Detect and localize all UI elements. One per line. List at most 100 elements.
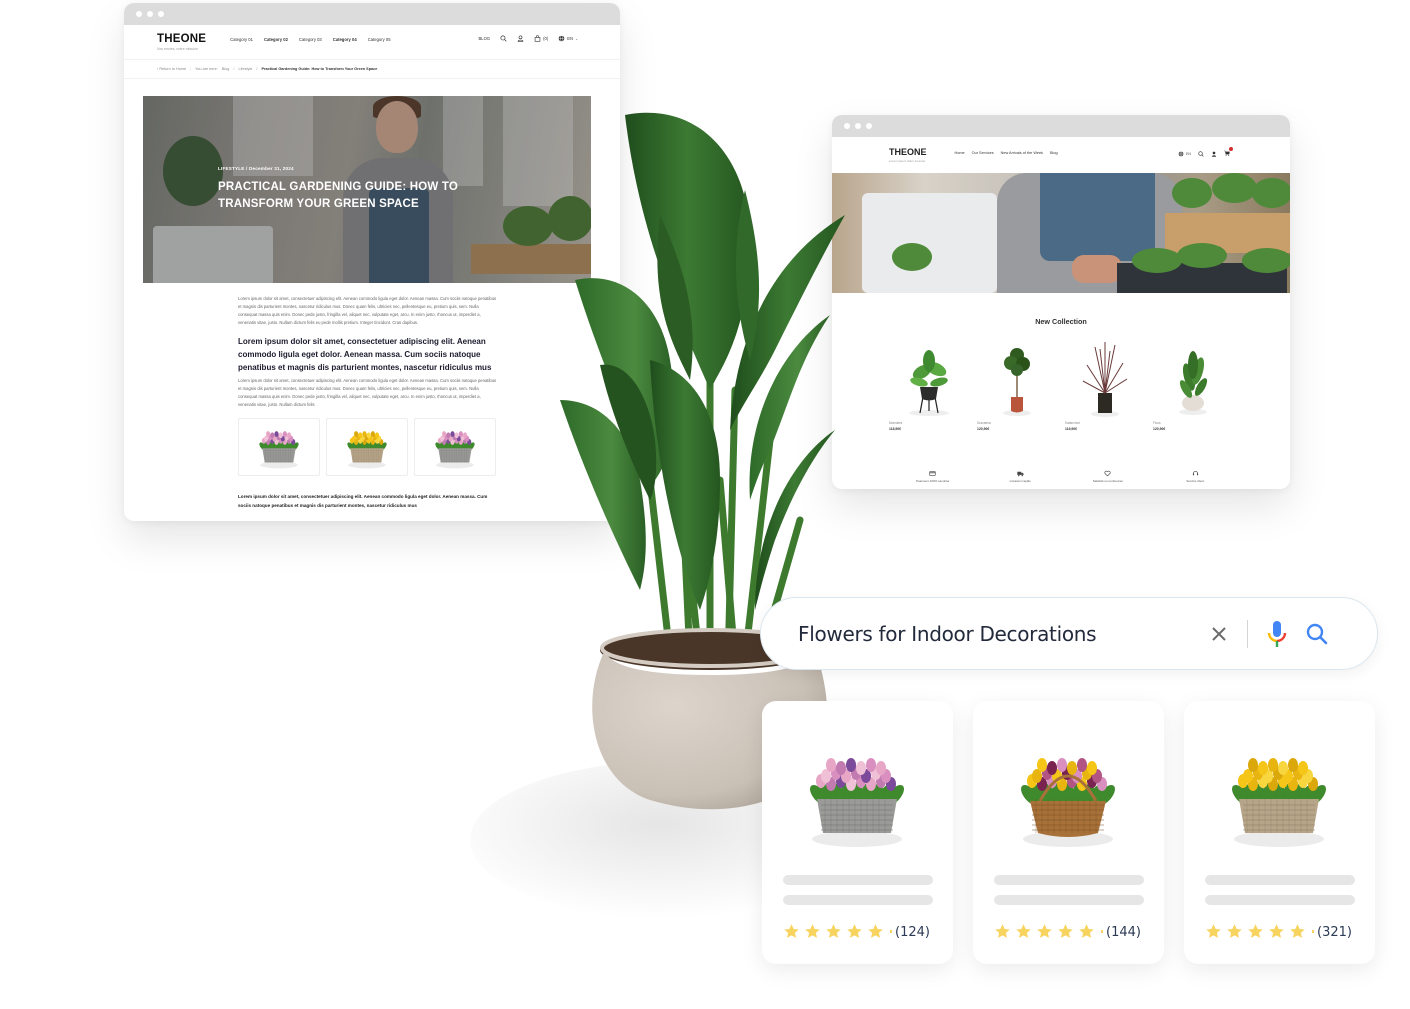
skeleton-line [994, 895, 1144, 905]
cart-count: (0) [543, 36, 549, 41]
search-input[interactable]: Flowers for Indoor Decorations [798, 622, 1209, 646]
logo-tagline: Vos envies, notre mission [157, 47, 198, 51]
search-bar[interactable]: Flowers for Indoor Decorations [760, 597, 1378, 670]
skeleton-line [1205, 895, 1355, 905]
breadcrumb-blog[interactable]: Blog [222, 67, 230, 71]
product-card[interactable]: Ficus 120,90€ [1153, 337, 1241, 431]
flower-basket-image [810, 758, 904, 847]
review-count: (124) [895, 925, 930, 940]
shop-hero-image [832, 173, 1290, 293]
gallery-image-pink-tulips[interactable] [238, 418, 320, 476]
cart-button[interactable] [1224, 147, 1233, 157]
feature-item: Livraison rapide [977, 470, 1065, 483]
breadcrumb-divider: | [190, 67, 192, 71]
star-rating [994, 923, 1103, 940]
nav-category-03[interactable]: Category 03 [299, 37, 322, 42]
nav-new-arrivals[interactable]: New Arrivals of the Week [1001, 151, 1043, 155]
article-category[interactable]: LIFESTYLE [218, 166, 245, 171]
flower-basket-image [435, 431, 475, 469]
shop-logo[interactable]: THEONE Lorem ipsum dolor sit amet [889, 148, 927, 164]
globe-icon [558, 35, 565, 42]
product-card[interactable]: Dracaena 120,90€ [977, 337, 1065, 431]
star-fraction [890, 930, 892, 933]
close-icon[interactable] [1209, 624, 1229, 644]
language-selector[interactable]: EN [1178, 150, 1191, 157]
cart-button[interactable]: (0) [534, 35, 548, 42]
language-label: EN [1186, 151, 1191, 156]
star-rating [1205, 923, 1314, 940]
nav-category-05[interactable]: Category 05 [368, 37, 391, 42]
star-icon [847, 924, 862, 938]
window-title-bar [832, 115, 1290, 137]
language-label: EN [567, 36, 574, 41]
article-meta: LIFESTYLE / December 31, 2024 [218, 166, 294, 171]
language-selector[interactable]: EN ⌄ [558, 35, 578, 42]
headset-icon [1192, 471, 1198, 476]
microphone-icon[interactable] [1266, 619, 1288, 649]
product-image [1153, 337, 1241, 417]
product-name: Monstera [889, 421, 903, 425]
article-paragraph: Lorem ipsum dolor sit amet, consectetuer… [238, 378, 497, 407]
breadcrumb-lifestyle[interactable]: Lifestyle [238, 67, 252, 71]
nav-category-01[interactable]: Category 01 [230, 37, 253, 42]
review-count: (321) [1317, 925, 1352, 940]
search-icon[interactable] [500, 35, 507, 42]
star-icon [868, 924, 883, 938]
star-icon [1290, 924, 1305, 938]
product-price: 120,90€ [977, 427, 990, 431]
shop-browser-window: THEONE Lorem ipsum dolor sit amet Home O… [832, 115, 1290, 489]
product-name: Ficus [1153, 421, 1161, 425]
article-hero-image: LIFESTYLE / December 31, 2024 PRACTICAL … [143, 96, 591, 283]
star-icon [1269, 924, 1284, 938]
site-header: THEONE Vos envies, notre mission Categor… [124, 25, 620, 59]
hero-plant [1242, 248, 1290, 273]
product-price: 119,90€ [1065, 427, 1078, 431]
star-icon [784, 924, 799, 938]
search-icon[interactable] [1198, 150, 1204, 157]
flower-basket-image [259, 431, 299, 469]
shop-nav: Home Our Services New Arrivals of the We… [955, 151, 1058, 155]
feature-label: Service client [1186, 479, 1205, 483]
site-logo[interactable]: THEONE Vos envies, notre mission [157, 33, 206, 51]
article-title: PRACTICAL GARDENING GUIDE: HOW TO TRANSF… [218, 181, 459, 210]
nav-home[interactable]: Home [955, 151, 965, 155]
blog-link[interactable]: BLOG [478, 36, 490, 41]
star-icon [995, 924, 1010, 938]
product-card[interactable]: Kalanchoé 119,90€ [1065, 337, 1153, 431]
nav-category-04[interactable]: Category 04 [333, 37, 357, 42]
article-gallery [238, 418, 498, 476]
star-icon [1058, 924, 1073, 938]
flower-basket-image [347, 431, 387, 469]
plant-ficus-image [1179, 351, 1208, 415]
product-price: 120,90€ [1153, 427, 1166, 431]
result-card[interactable]: (321) [1184, 701, 1375, 964]
gallery-image-yellow-tulips[interactable] [326, 418, 408, 476]
product-card[interactable]: Monstera 118,90€ [889, 337, 977, 431]
user-icon[interactable] [517, 35, 524, 42]
hero-plant [1212, 173, 1257, 203]
nav-our-services[interactable]: Our Services [972, 151, 994, 155]
star-rating [783, 923, 892, 940]
plant-monstera-image [909, 350, 949, 416]
truck-icon [1017, 471, 1024, 477]
window-dot [147, 11, 153, 17]
shopping-bag-icon [534, 35, 541, 42]
article-date: December 31, 2024 [249, 166, 294, 171]
star-fraction [1101, 930, 1103, 933]
search-icon[interactable] [1305, 622, 1329, 646]
product-image [889, 337, 977, 417]
user-icon[interactable] [1211, 151, 1217, 157]
result-card[interactable]: (144) [973, 701, 1164, 964]
result-card[interactable]: (124) [762, 701, 953, 964]
breadcrumb-back-link[interactable]: ‹ Return to Home [157, 67, 186, 71]
nav-category-02[interactable]: Category 02 [264, 37, 288, 42]
breadcrumb-you-are-here: You are here: [195, 67, 218, 71]
window-title-bar [124, 3, 620, 25]
window-dot [158, 11, 164, 17]
flower-basket-image [1021, 758, 1115, 847]
star-icon [1037, 924, 1052, 938]
gallery-image-pink-tulips[interactable] [414, 418, 496, 476]
credit-card-icon [929, 471, 936, 476]
nav-blog[interactable]: Blog [1050, 151, 1058, 155]
hero-plant [1177, 243, 1227, 268]
